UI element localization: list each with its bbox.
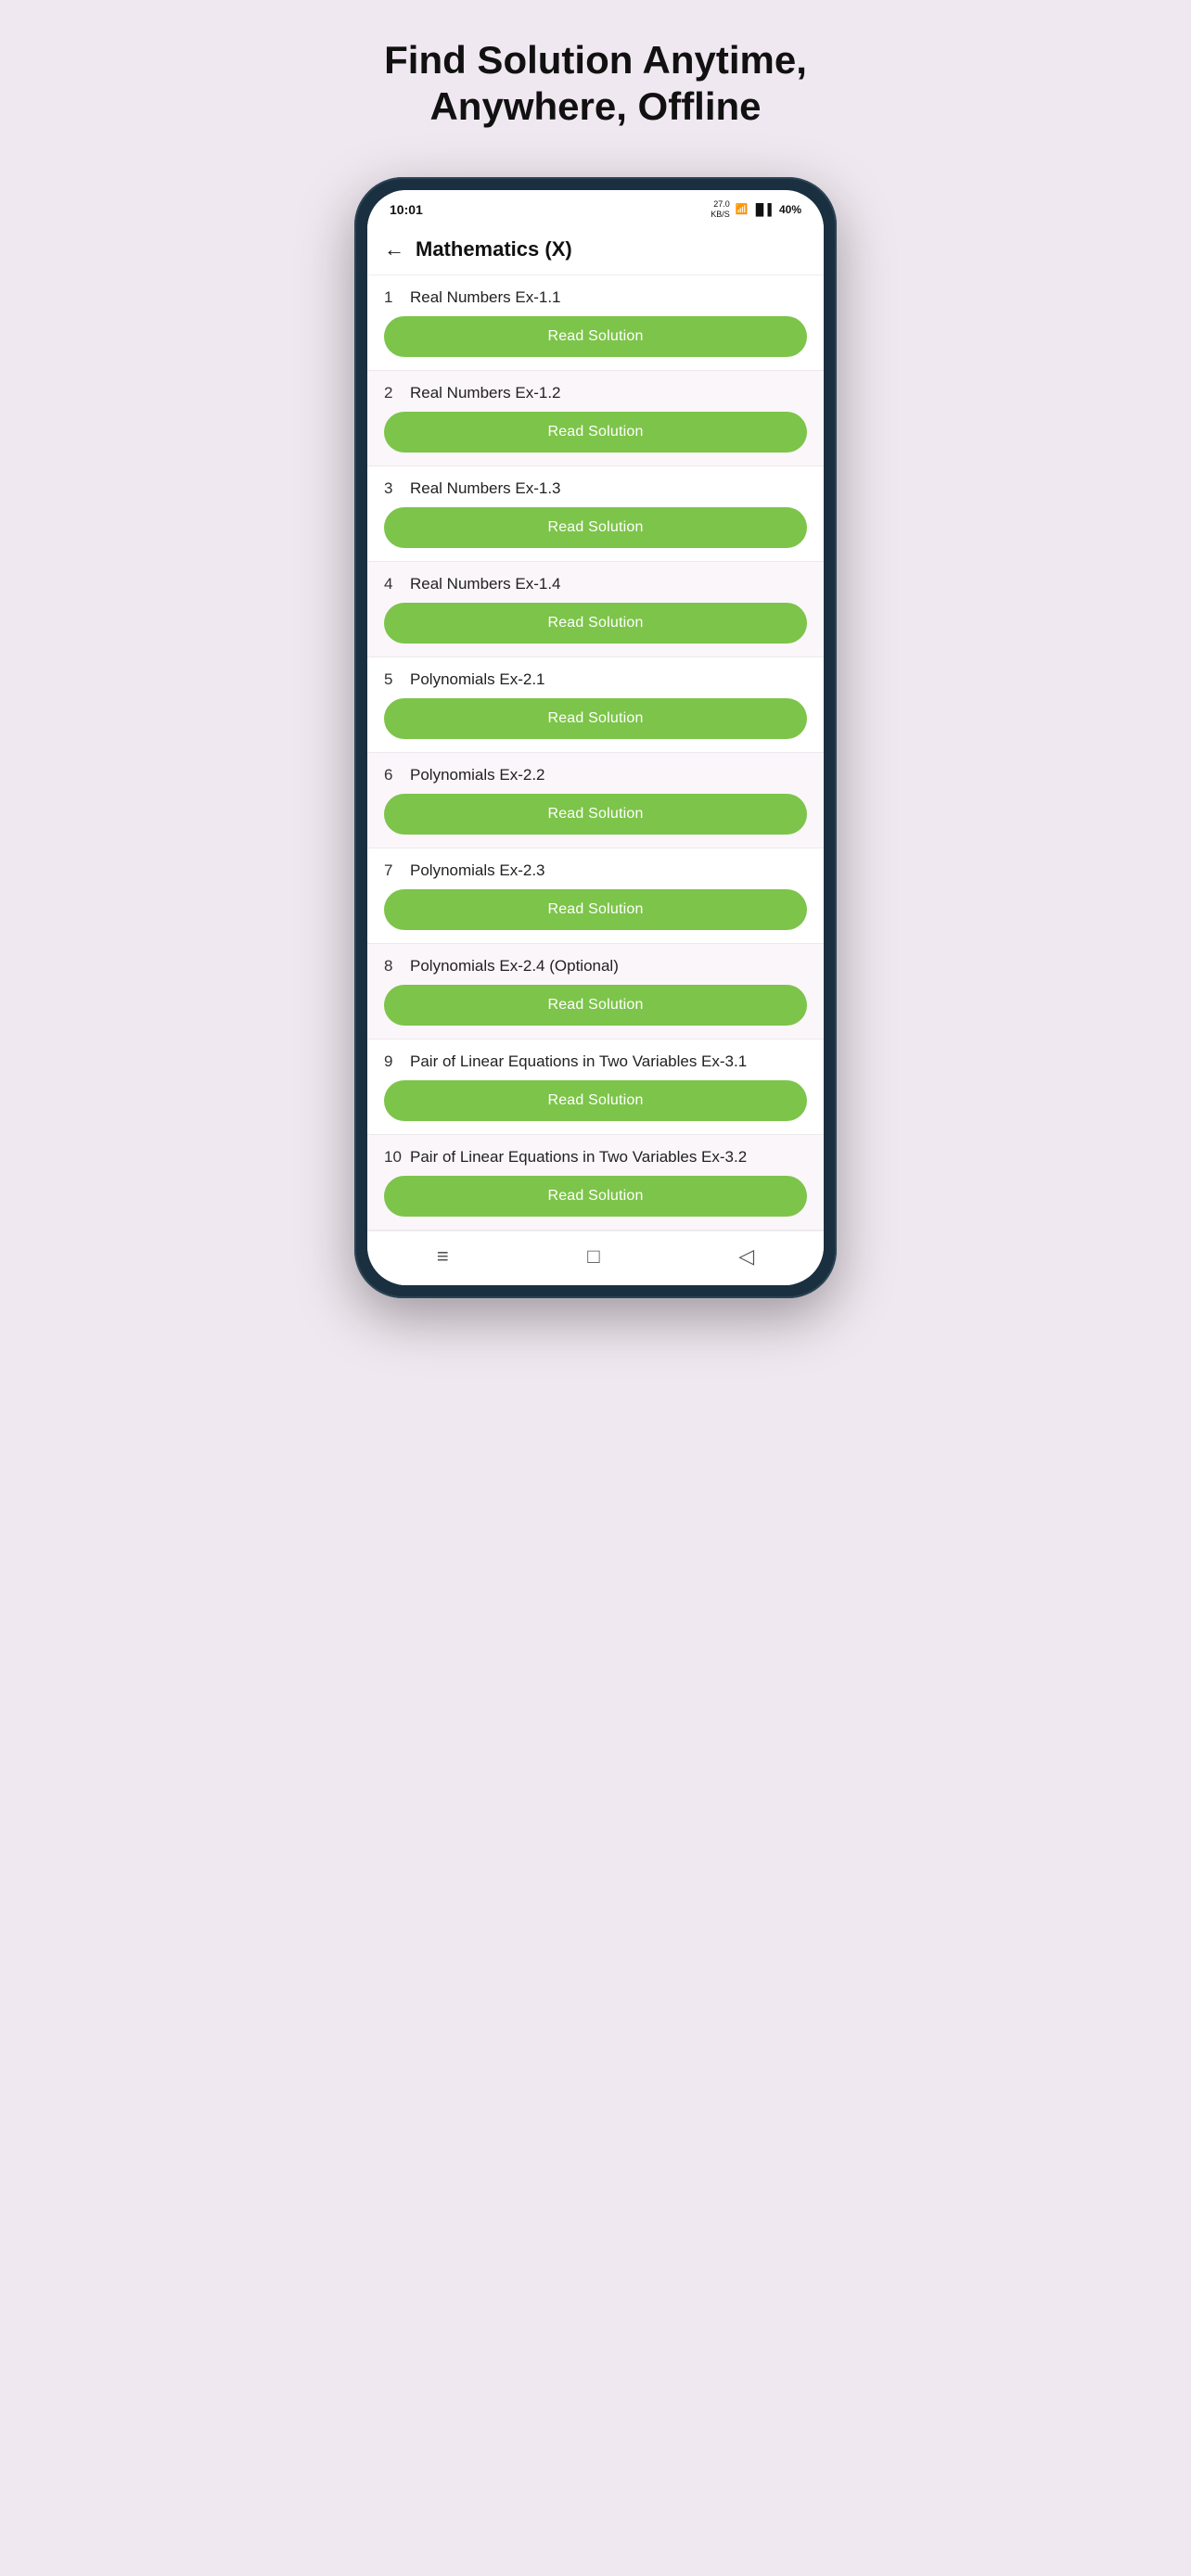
- exercise-row: 1Real Numbers Ex-1.1: [384, 288, 807, 307]
- back-nav-icon[interactable]: ◁: [738, 1244, 754, 1269]
- exercise-name: Real Numbers Ex-1.1: [410, 288, 561, 307]
- app-title: Mathematics (X): [416, 237, 572, 261]
- list-item: 4Real Numbers Ex-1.4 Read Solution: [367, 562, 824, 657]
- exercise-number: 9: [384, 1052, 410, 1071]
- exercise-name: Polynomials Ex-2.2: [410, 766, 545, 784]
- read-solution-button[interactable]: Read Solution: [384, 603, 807, 644]
- read-solution-button[interactable]: Read Solution: [384, 412, 807, 453]
- back-button[interactable]: ←: [384, 237, 404, 261]
- wifi-icon: 📶: [736, 203, 749, 215]
- exercise-list: 1Real Numbers Ex-1.1Read Solution2Real N…: [367, 275, 824, 1231]
- exercise-row: 5Polynomials Ex-2.1: [384, 670, 807, 689]
- main-headline: Find Solution Anytime, Anywhere, Offline: [299, 37, 892, 131]
- exercise-name: Pair of Linear Equations in Two Variable…: [410, 1148, 747, 1167]
- status-time: 10:01: [390, 202, 423, 217]
- exercise-number: 8: [384, 957, 410, 976]
- home-icon[interactable]: □: [587, 1244, 599, 1269]
- read-solution-button[interactable]: Read Solution: [384, 794, 807, 835]
- list-item: 8Polynomials Ex-2.4 (Optional) Read Solut…: [367, 944, 824, 1039]
- read-solution-button[interactable]: Read Solution: [384, 316, 807, 357]
- exercise-name: Polynomials Ex-2.1: [410, 670, 545, 689]
- exercise-row: 9Pair of Linear Equations in Two Variabl…: [384, 1052, 807, 1071]
- list-item: 10Pair of Linear Equations in Two Variab…: [367, 1135, 824, 1231]
- battery-text: 40%: [779, 203, 801, 216]
- exercise-row: 7Polynomials Ex-2.3: [384, 861, 807, 880]
- nav-bar: ≡ □ ◁: [367, 1231, 824, 1285]
- menu-icon[interactable]: ≡: [437, 1244, 449, 1269]
- exercise-row: 6Polynomials Ex-2.2: [384, 766, 807, 784]
- list-item: 3Real Numbers Ex-1.3 Read Solution: [367, 466, 824, 562]
- exercise-row: 8Polynomials Ex-2.4 (Optional): [384, 957, 807, 976]
- list-item: 1Real Numbers Ex-1.1 Read Solution: [367, 275, 824, 371]
- phone-frame: 10:01 27.0 KB/S 📶 ▐▌▌ 40% ← Mathematics …: [354, 177, 837, 1299]
- read-solution-button[interactable]: Read Solution: [384, 1176, 807, 1217]
- exercise-number: 1: [384, 288, 410, 307]
- list-item: 6Polynomials Ex-2.2 Read Solution: [367, 753, 824, 848]
- exercise-name: Polynomials Ex-2.4 (Optional): [410, 957, 619, 976]
- exercise-name: Real Numbers Ex-1.4: [410, 575, 561, 593]
- exercise-row: 10Pair of Linear Equations in Two Variab…: [384, 1148, 807, 1167]
- read-solution-button[interactable]: Read Solution: [384, 698, 807, 739]
- list-item: 5Polynomials Ex-2.1 Read Solution: [367, 657, 824, 753]
- read-solution-button[interactable]: Read Solution: [384, 507, 807, 548]
- phone-screen: 10:01 27.0 KB/S 📶 ▐▌▌ 40% ← Mathematics …: [367, 190, 824, 1286]
- list-item: 2Real Numbers Ex-1.2 Read Solution: [367, 371, 824, 466]
- exercise-number: 2: [384, 384, 410, 402]
- read-solution-button[interactable]: Read Solution: [384, 889, 807, 930]
- exercise-name: Real Numbers Ex-1.3: [410, 479, 561, 498]
- exercise-number: 7: [384, 861, 410, 880]
- read-solution-button[interactable]: Read Solution: [384, 985, 807, 1026]
- exercise-name: Real Numbers Ex-1.2: [410, 384, 561, 402]
- exercise-number: 10: [384, 1148, 410, 1167]
- exercise-row: 3Real Numbers Ex-1.3: [384, 479, 807, 498]
- page-wrapper: Find Solution Anytime, Anywhere, Offline…: [299, 37, 892, 1298]
- exercise-number: 5: [384, 670, 410, 689]
- status-kb: 27.0 KB/S: [711, 199, 730, 220]
- signal-icon: ▐▌▌: [751, 203, 775, 216]
- exercise-number: 6: [384, 766, 410, 784]
- read-solution-button[interactable]: Read Solution: [384, 1080, 807, 1121]
- status-icons: 27.0 KB/S 📶 ▐▌▌ 40%: [711, 199, 801, 220]
- exercise-name: Polynomials Ex-2.3: [410, 861, 545, 880]
- exercise-number: 4: [384, 575, 410, 593]
- status-bar: 10:01 27.0 KB/S 📶 ▐▌▌ 40%: [367, 190, 824, 225]
- exercise-name: Pair of Linear Equations in Two Variable…: [410, 1052, 747, 1071]
- exercise-row: 2Real Numbers Ex-1.2: [384, 384, 807, 402]
- exercise-number: 3: [384, 479, 410, 498]
- list-item: 9Pair of Linear Equations in Two Variabl…: [367, 1039, 824, 1135]
- exercise-row: 4Real Numbers Ex-1.4: [384, 575, 807, 593]
- app-header: ← Mathematics (X): [367, 224, 824, 275]
- list-item: 7Polynomials Ex-2.3 Read Solution: [367, 848, 824, 944]
